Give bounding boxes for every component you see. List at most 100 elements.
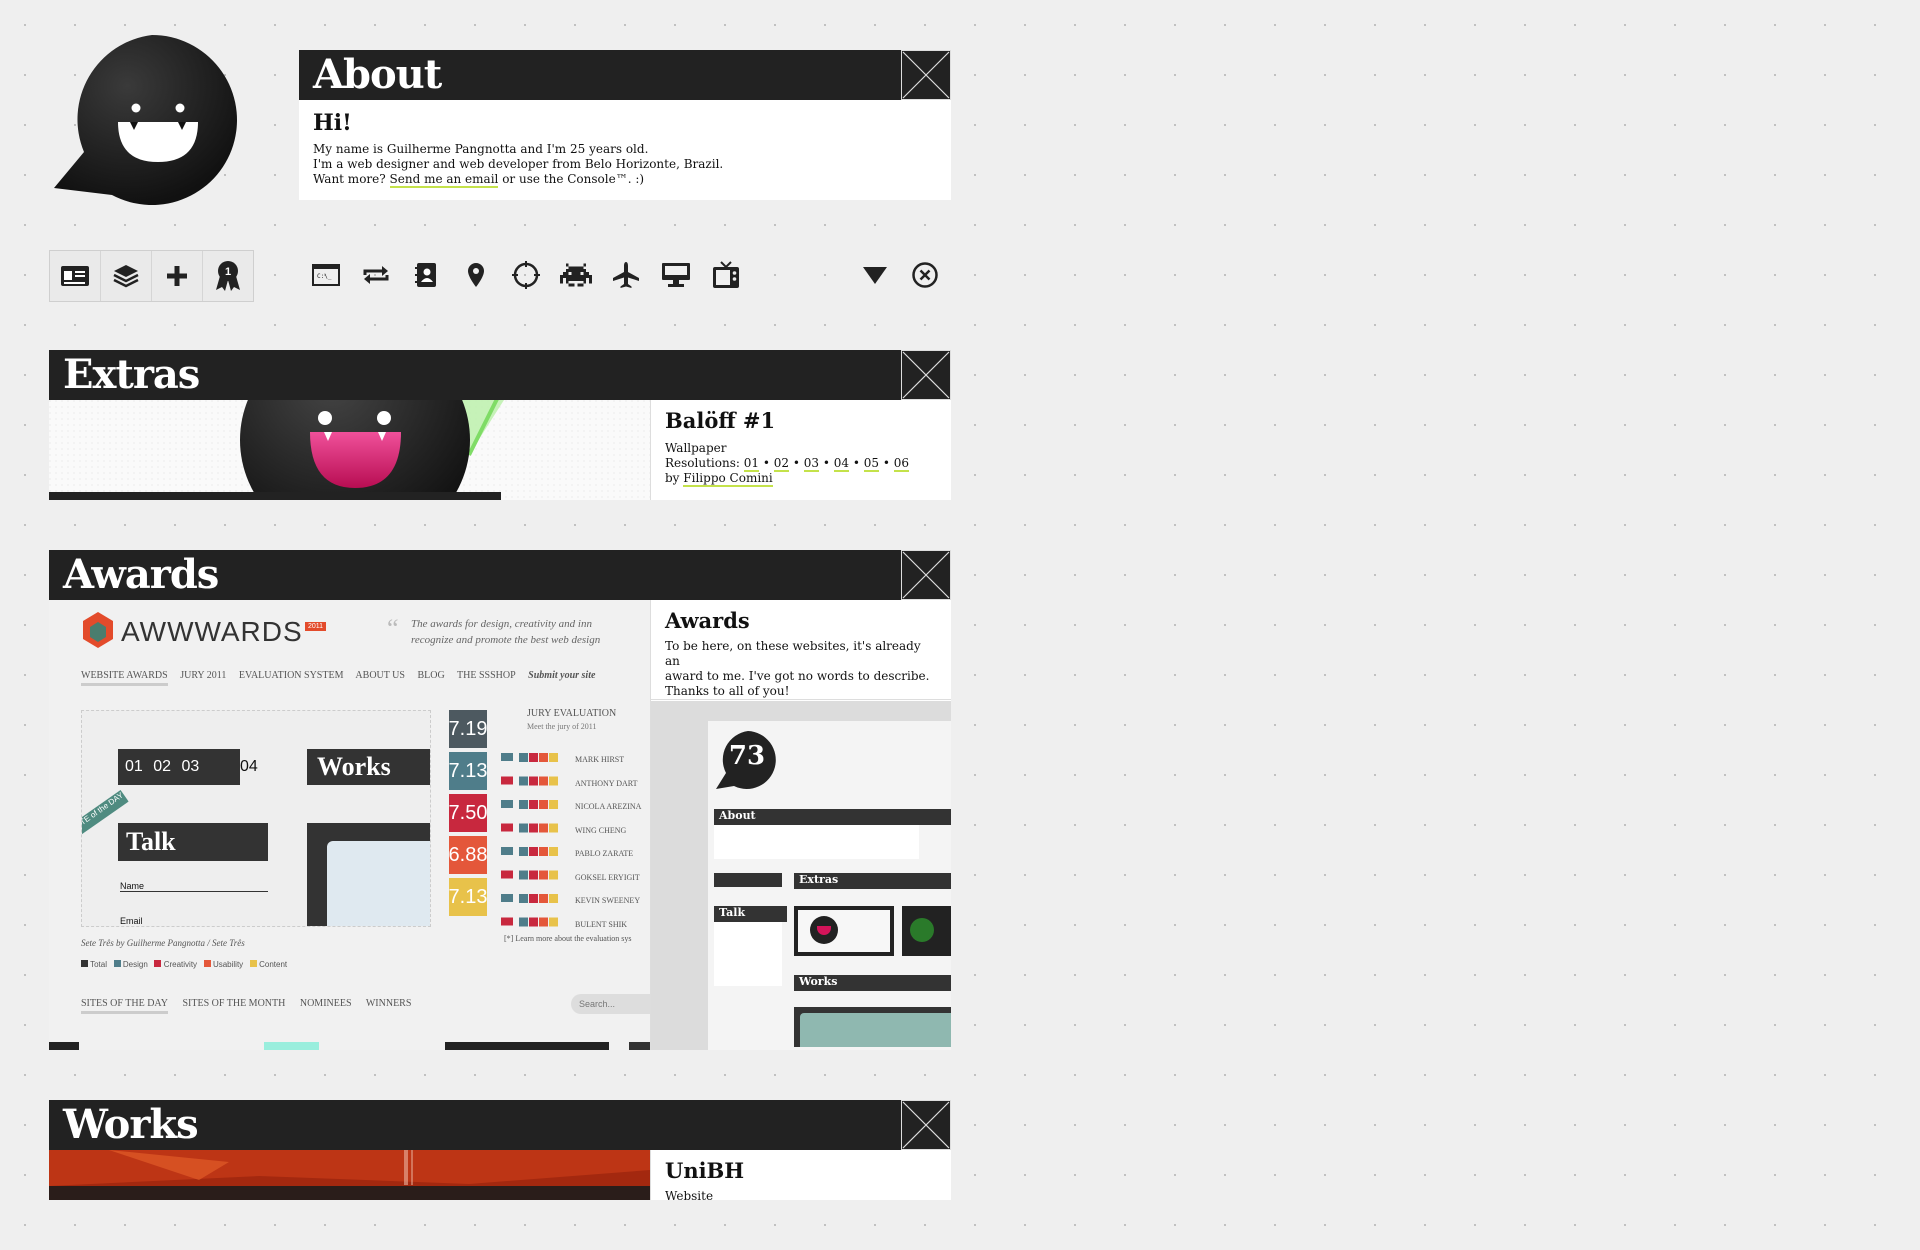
location-pin-icon [468,263,484,287]
wallpaper-preview[interactable] [49,400,651,500]
travel-button[interactable] [601,250,651,300]
resolution-link-04[interactable]: 04 [833,456,850,472]
juror-flag [501,753,513,761]
juror-score-chip [539,753,548,762]
contact-book-icon [415,263,436,287]
about-line-3-post: or use the Console™. :) [502,172,645,186]
works-info: UniBH Website [651,1150,951,1250]
console-button[interactable]: C:\_ [301,250,351,300]
target-button[interactable] [501,250,551,300]
location-button[interactable] [451,250,501,300]
juror-flag [501,847,513,855]
juror-score-chip [549,776,558,786]
about-close-button[interactable] [901,50,951,100]
circle-close-icon [912,262,938,288]
awwwards-nav: WEBSITE AWARDS JURY 2011 EVALUATION SYST… [81,670,596,686]
resolution-link-01[interactable]: 01 [743,456,760,472]
inner-email-field: Email [120,916,143,926]
juror-score-chip [519,800,528,809]
works-item-title: UniBH [665,1158,745,1183]
inner-digit: 03 [181,758,200,775]
awwwards-quote-1: The awards for design, creativity and in… [411,618,592,630]
juror-score-chip [529,917,538,927]
extras-type: Wallpaper [665,441,727,455]
awards-line-3: Thanks to all of you! [665,684,790,698]
resolution-link-03[interactable]: 03 [803,456,820,472]
extras-info: Balöff #1 Wallpaper Resolutions: 01 • 02… [651,400,951,500]
awards-close-button[interactable] [901,550,951,600]
site-thumbnail[interactable]: 73 About Extras Talk Works [651,701,951,1050]
juror-score-chip [519,847,528,856]
learn-more: [*] Learn more about the evaluation sys [504,934,632,943]
awwwards-year: 2011 [305,622,327,631]
score-creativity: 7.50 [449,794,487,832]
juror-score-chip [549,800,558,809]
by-label: by [665,471,680,485]
works-preview[interactable] [49,1150,651,1200]
author-link[interactable]: Filippo Comini [683,471,773,487]
legend-item: Design [122,960,148,969]
juror-score-chip [529,753,538,762]
about-title: About [299,50,951,100]
juror-score-chip [529,894,538,903]
layers-icon [113,265,139,288]
thumb-page: 73 About Extras Talk Works [708,721,951,1050]
add-button[interactable] [152,251,203,301]
resolution-link-05[interactable]: 05 [863,456,880,472]
extras-toggle-button[interactable] [101,251,152,301]
juror-score-chip [529,870,538,880]
aw-nav-item: WEBSITE AWARDS [81,670,168,686]
screenshot-bottom-strip [49,1042,650,1050]
game-button[interactable] [551,250,601,300]
extras-close-button[interactable] [901,350,951,400]
about-line-2: I'm a web designer and web developer fro… [313,157,724,171]
juror-score-chip [519,870,528,880]
inner-site-preview: 01 02 03 04 Works Talk Name Email SITE o… [81,710,431,927]
juror-score-chip [519,753,528,762]
about-greeting: Hi! [313,110,352,136]
tv-icon [713,261,739,288]
aw-bottom-nav-item: SITES OF THE DAY [81,998,168,1014]
works-close-button[interactable] [901,1100,951,1150]
award-badge-number: 1 [225,266,231,278]
inner-digits: 01 02 03 [118,749,240,785]
resolution-link-02[interactable]: 02 [773,456,790,472]
space-invader-icon [560,263,592,287]
aw-bottom-nav-item: NOMINEES [299,998,352,1009]
thumb-extras: Extras [794,873,951,889]
monitor-icon [662,263,690,287]
contacts-button[interactable] [401,250,451,300]
score-legend: Total Design Creativity Usability Conten… [81,960,287,969]
works-panel: Works UniBH Website [49,1100,951,1203]
extras-item-title: Balöff #1 [665,408,776,433]
works-preview-image [49,1150,650,1200]
repeat-button[interactable] [351,250,401,300]
id-card-icon [61,266,89,286]
close-all-button[interactable] [900,250,950,300]
screenshot-credit: Sete Três by Guilherme Pangnotta / Sete … [81,938,245,948]
legend-item: Total [90,960,107,969]
aw-nav-item: Submit your site [528,670,596,681]
email-link[interactable]: Send me an email [389,172,499,188]
juror-score-chip [549,917,558,927]
aw-search-input: Search... [571,994,650,1014]
collapse-all-button[interactable] [850,250,900,300]
thumb-talk: Talk [714,906,787,922]
juror-flag [501,823,513,832]
speech-bubble-smiley-icon [54,35,237,205]
tv-button[interactable] [701,250,751,300]
logo [52,30,242,205]
about-toggle-button[interactable] [50,251,101,301]
awards-toggle-button[interactable]: 1 [203,251,253,301]
awwwards-brand: AWWWARDS [121,616,303,647]
resolution-link-06[interactable]: 06 [893,456,910,472]
awwwards-screenshot[interactable]: AWWWARDS 2011 The awards for design, cre… [49,600,651,1050]
inner-digit: 01 [125,758,143,775]
juror-score-chip [519,917,528,927]
juror-score-chip [539,870,548,880]
jury-title: JURY EVALUATION [527,708,617,719]
about-line-1: My name is Guilherme Pangnotta and I'm 2… [313,142,649,156]
desktop-button[interactable] [651,250,701,300]
juror-score-chip [529,776,538,786]
inner-name-field: Name [120,881,268,892]
